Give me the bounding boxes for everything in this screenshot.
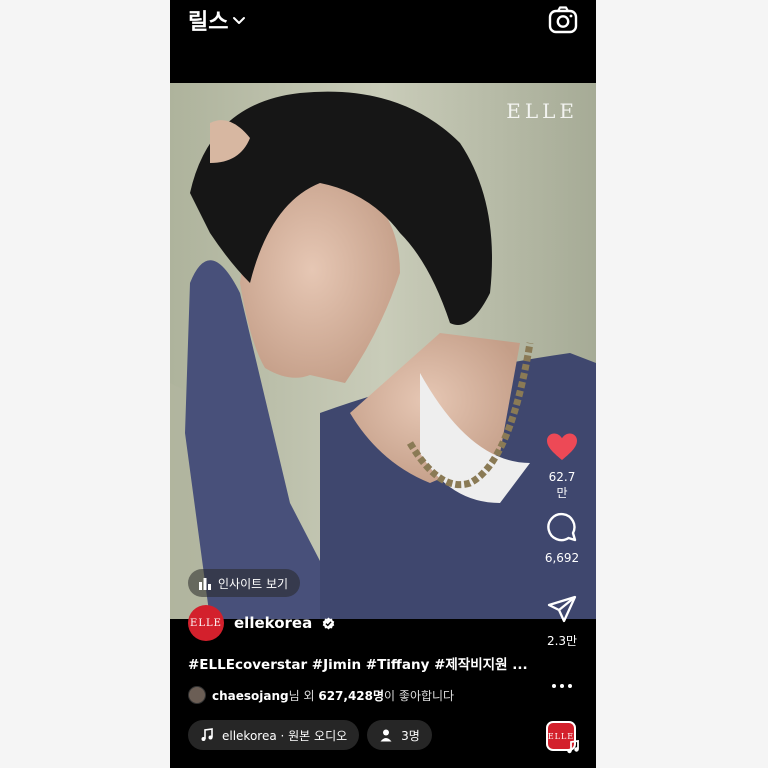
meta-chips: ellekorea · 원본 오디오 3명 <box>188 720 432 750</box>
comment-action: 6,692 <box>544 511 580 565</box>
post-caption[interactable]: #ELLEcoverstar #Jimin #Tiffany #제작비지원 ..… <box>188 653 528 673</box>
likes-summary[interactable]: chaesojang님 외 627,428명이 좋아합니다 <box>188 686 454 704</box>
reel-video[interactable]: ELLE <box>170 83 596 619</box>
reel-video-frame <box>170 83 596 619</box>
share-count: 2.3만 <box>546 634 578 648</box>
page-title: 릴스 <box>188 10 229 35</box>
tagged-people-chip[interactable]: 3명 <box>367 720 432 750</box>
comment-count: 6,692 <box>544 551 580 565</box>
audio-chip[interactable]: ellekorea · 원본 오디오 <box>188 720 360 750</box>
likes-count: 627,428명 <box>318 688 385 703</box>
send-icon[interactable] <box>547 594 577 624</box>
elle-watermark: ELLE <box>506 99 578 123</box>
audio-chip-label: ellekorea · 원본 오디오 <box>222 728 348 743</box>
music-note-icon <box>201 728 213 741</box>
username[interactable]: ellekorea <box>234 614 312 632</box>
like-count: 62.7만 <box>548 470 576 500</box>
chevron-down-icon <box>233 17 246 24</box>
person-icon <box>380 729 392 742</box>
avatar[interactable]: ELLE <box>188 605 224 641</box>
comment-icon[interactable] <box>546 511 578 543</box>
camera-icon[interactable] <box>548 6 578 34</box>
tagged-people-label: 3명 <box>401 728 420 743</box>
reels-title-dropdown[interactable]: 릴스 <box>188 4 246 36</box>
insight-label: 인사이트 보기 <box>218 576 289 591</box>
likes-text-after: 이 좋아합니다 <box>384 688 455 703</box>
liker-avatar <box>188 686 206 704</box>
heart-icon[interactable] <box>546 432 578 462</box>
music-note-icon <box>567 740 579 754</box>
more-icon[interactable] <box>550 679 574 693</box>
more-action <box>544 678 580 697</box>
liker-name: chaesojang <box>212 688 289 703</box>
share-action: 2.3만 <box>544 594 580 649</box>
reels-screen: 릴스 ELLE 인사이트 보기 62.7만 6,692 2.3만 ELLE el… <box>170 0 596 768</box>
view-insights-button[interactable]: 인사이트 보기 <box>188 569 301 597</box>
header: 릴스 <box>170 0 596 44</box>
likes-text-before: 님 외 <box>288 688 319 703</box>
like-action: 62.7만 <box>544 432 580 501</box>
bar-chart-icon <box>199 578 211 590</box>
post-author: ELLE ellekorea <box>188 605 335 641</box>
verified-badge-icon <box>322 616 335 630</box>
